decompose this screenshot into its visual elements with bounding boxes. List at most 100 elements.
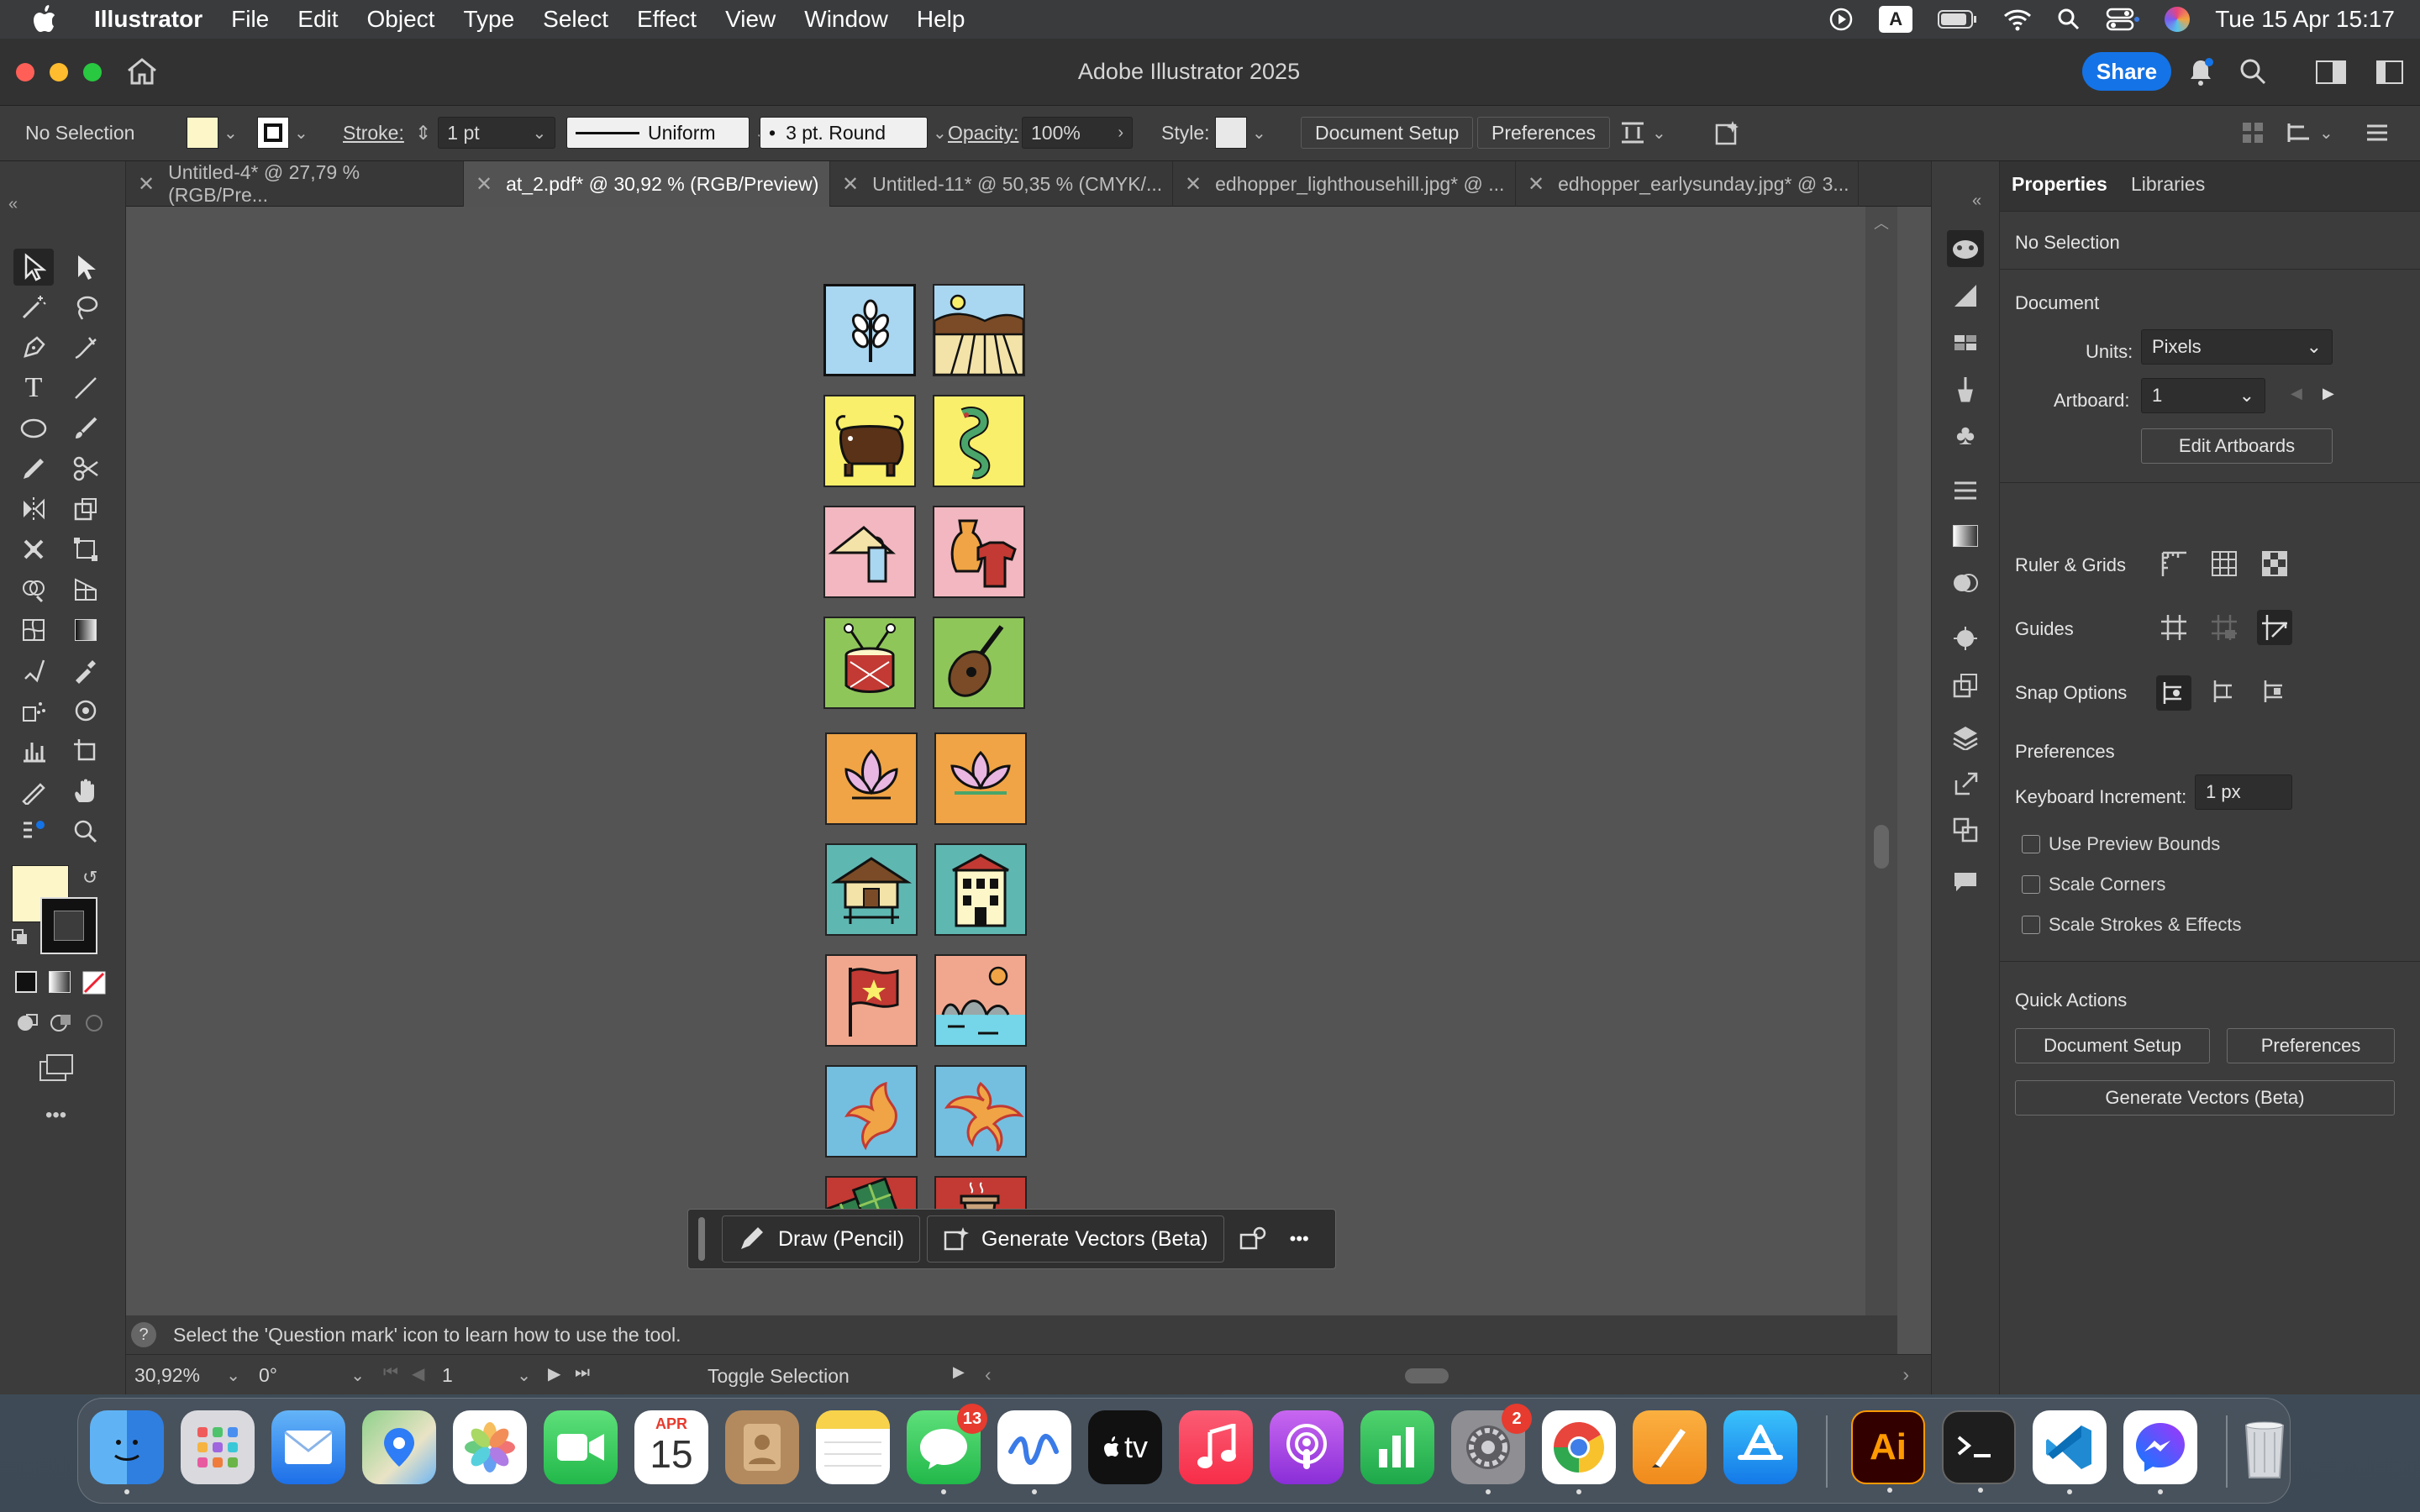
mesh-tool-icon[interactable] (13, 612, 54, 648)
screen-mode-icon[interactable] (39, 1053, 76, 1082)
artwork-tile-wheat[interactable] (823, 284, 916, 376)
apple-icon[interactable] (32, 5, 57, 34)
workspace-switcher-icon[interactable] (2316, 60, 2346, 84)
quick-action-document-setup-button[interactable]: Document Setup (2015, 1028, 2210, 1063)
default-fill-stroke-icon[interactable] (12, 929, 29, 946)
keyboard-increment-field[interactable]: 1 px (2195, 774, 2292, 810)
shape-builder-tool-icon[interactable] (13, 571, 54, 608)
gradient-panel-icon[interactable] (1947, 517, 1984, 554)
color-mode-icon[interactable] (15, 971, 37, 993)
variable-width-profile[interactable]: Uniform⌄ (566, 116, 769, 150)
draw-pencil-button[interactable]: Draw (Pencil) (722, 1215, 921, 1263)
dock-facetime-icon[interactable] (544, 1410, 618, 1484)
menubar-clock[interactable]: Tue 15 Apr 15:17 (2215, 6, 2395, 33)
vertical-scrollbar[interactable]: ︿ ﹀ (1865, 207, 1897, 1354)
scroll-up-icon[interactable]: ︿ (1874, 212, 1889, 234)
none-mode-icon[interactable] (82, 971, 106, 995)
reflect-tool-icon[interactable] (13, 491, 54, 528)
zoom-tool-icon[interactable] (66, 813, 106, 850)
show-guides-icon[interactable] (2160, 613, 2188, 642)
tab-libraries[interactable]: Libraries (2131, 173, 2205, 196)
artwork-tile-building[interactable] (934, 843, 1027, 936)
panel-menu-icon[interactable] (2365, 116, 2390, 150)
pen-tool-icon[interactable] (13, 329, 54, 366)
slice-tool-icon[interactable] (13, 773, 54, 810)
gradient-mode-icon[interactable] (49, 971, 71, 993)
menu-object[interactable]: Object (367, 6, 435, 33)
artwork-tile-bay-sunset[interactable] (934, 954, 1027, 1047)
panel-layout-icon[interactable] (2376, 60, 2407, 84)
preferences-button[interactable]: Preferences (1477, 117, 1611, 149)
artboard-number-field[interactable]: 1 ⌄ (442, 1360, 531, 1390)
blend-tool-icon[interactable] (13, 652, 54, 689)
task-bar-options-icon[interactable] (1239, 1226, 1266, 1252)
rotate-view-tool-icon[interactable] (66, 692, 106, 729)
graphic-style-swatch[interactable]: ⌄ (1215, 116, 1266, 150)
color-guide-panel-icon[interactable] (1947, 620, 1984, 657)
transparency-panel-icon[interactable] (1947, 564, 1984, 601)
dock-launchpad-icon[interactable] (181, 1410, 255, 1484)
artwork-tile-drum[interactable] (823, 617, 916, 709)
scrollbar-thumb[interactable] (1874, 825, 1889, 869)
free-transform-tool-icon[interactable] (66, 531, 106, 568)
expand-panels-icon[interactable]: « (1972, 192, 1981, 211)
hand-tool-icon[interactable] (66, 773, 106, 810)
scroll-left-icon[interactable]: ‹ (985, 1363, 992, 1386)
scale-corners-checkbox[interactable]: Scale Corners (2022, 874, 2165, 895)
type-tool-icon[interactable]: T (13, 370, 54, 407)
scissors-tool-icon[interactable] (66, 450, 106, 487)
dock-music-icon[interactable] (1179, 1410, 1253, 1484)
stroke-panel-icon[interactable] (1947, 472, 1984, 509)
artboard-tool-icon[interactable] (66, 732, 106, 769)
artwork-tile-lute[interactable] (933, 617, 1025, 709)
menu-window[interactable]: Window (804, 6, 888, 33)
menu-view[interactable]: View (725, 6, 776, 33)
share-button[interactable]: Share (2082, 52, 2171, 91)
menu-type[interactable]: Type (463, 6, 514, 33)
previous-artboard-arrow-icon[interactable]: ◀ (2291, 385, 2302, 402)
dock-finder-icon[interactable] (90, 1410, 164, 1494)
symbol-sprayer-tool-icon[interactable] (13, 692, 54, 729)
dock-pages-icon[interactable] (1633, 1410, 1707, 1484)
snap-to-grid-icon[interactable] (2210, 677, 2238, 706)
lasso-tool-icon[interactable] (66, 289, 106, 326)
zoom-level-field[interactable]: 30,92% ⌄ (134, 1360, 240, 1390)
artwork-tile-dragon[interactable] (933, 395, 1025, 487)
stroke-weight-field[interactable]: ⇕ 1 pt ⌄ (415, 116, 556, 150)
menu-effect[interactable]: Effect (637, 6, 697, 33)
eyedropper-tool-icon[interactable] (66, 652, 106, 689)
comments-panel-icon[interactable] (1947, 864, 1984, 900)
help-question-icon[interactable]: ? (131, 1322, 156, 1347)
artwork-tile-lotus-bud[interactable] (825, 732, 918, 825)
scale-tool-icon[interactable] (66, 491, 106, 528)
dock-vscode-icon[interactable] (2033, 1410, 2107, 1494)
draw-normal-icon[interactable] (15, 1011, 39, 1035)
input-source-indicator[interactable]: A (1879, 6, 1913, 33)
edit-toolbar-more[interactable]: ••• (45, 1104, 66, 1127)
rotation-field[interactable]: 0° ⌄ (259, 1360, 365, 1390)
layers-panel-icon[interactable] (1947, 719, 1984, 756)
dock-terminal-icon[interactable] (1942, 1410, 2016, 1493)
artwork-tile-phoenix-left[interactable] (825, 1065, 918, 1158)
tab-untitled-11[interactable]: ✕ Untitled-11* @ 50,35 % (CMYK/... (830, 161, 1173, 207)
dock-messages-icon[interactable]: 13 (907, 1404, 987, 1494)
task-bar-grip-icon[interactable] (698, 1217, 705, 1261)
edit-artboards-button[interactable]: Edit Artboards (2141, 428, 2333, 464)
tab-at-2-pdf[interactable]: ✕ at_2.pdf* @ 30,92 % (RGB/Preview) (464, 161, 830, 207)
fill-swatch[interactable]: ⌄ (187, 116, 238, 150)
column-graph-tool-icon[interactable] (13, 732, 54, 769)
selection-tool-icon[interactable] (13, 249, 54, 286)
stroke-swatch[interactable]: ⌄ (257, 116, 308, 150)
close-tab-icon[interactable]: ✕ (1528, 172, 1544, 197)
artwork-tile-phoenix-right[interactable] (934, 1065, 1027, 1158)
quick-action-preferences-button[interactable]: Preferences (2227, 1028, 2395, 1063)
dock-messenger-icon[interactable] (2123, 1410, 2197, 1494)
artwork-tile-buffalo[interactable] (823, 395, 916, 487)
artwork-tile-conical-hat[interactable] (823, 506, 916, 598)
artwork-tile-lotus-bloom[interactable] (934, 732, 1027, 825)
search-icon[interactable] (2238, 57, 2267, 86)
menu-select[interactable]: Select (543, 6, 608, 33)
curvature-tool-icon[interactable] (66, 329, 106, 366)
dock-chrome-icon[interactable] (1542, 1410, 1616, 1494)
arrange-documents-icon[interactable] (2240, 116, 2265, 150)
